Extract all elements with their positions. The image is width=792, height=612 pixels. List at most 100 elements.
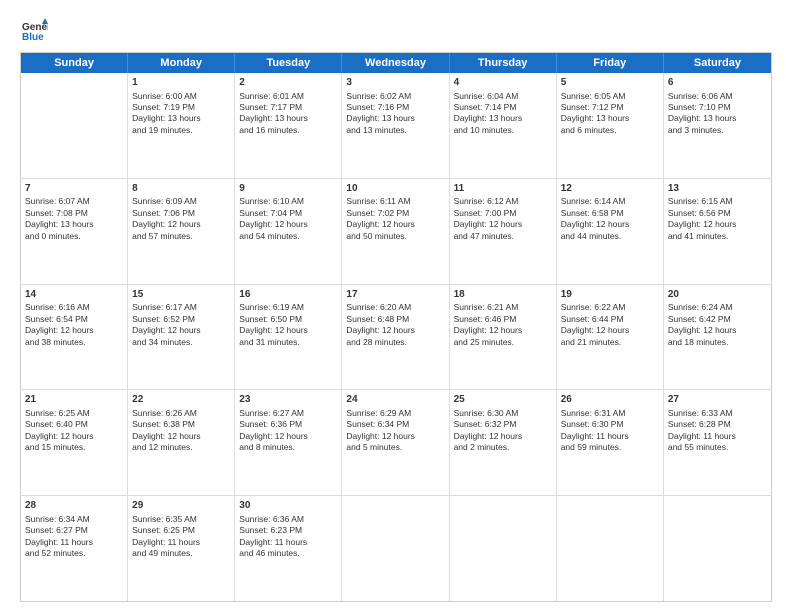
day-number: 14: [25, 288, 123, 302]
calendar-day-empty: [342, 496, 449, 601]
calendar-day-25: 25Sunrise: 6:30 AMSunset: 6:32 PMDayligh…: [450, 390, 557, 495]
day-info-line: Sunrise: 6:09 AM: [132, 196, 230, 207]
day-info-line: Daylight: 12 hours: [132, 325, 230, 336]
calendar-body: 1Sunrise: 6:00 AMSunset: 7:19 PMDaylight…: [21, 73, 771, 601]
day-info-line: Daylight: 12 hours: [25, 431, 123, 442]
day-info-line: Sunrise: 6:34 AM: [25, 514, 123, 525]
day-info-line: Daylight: 12 hours: [454, 219, 552, 230]
calendar-day-4: 4Sunrise: 6:04 AMSunset: 7:14 PMDaylight…: [450, 73, 557, 178]
day-info-line: Sunrise: 6:29 AM: [346, 408, 444, 419]
day-info-line: Sunrise: 6:14 AM: [561, 196, 659, 207]
calendar-day-30: 30Sunrise: 6:36 AMSunset: 6:23 PMDayligh…: [235, 496, 342, 601]
day-info-line: Sunrise: 6:20 AM: [346, 302, 444, 313]
day-info-line: and 46 minutes.: [239, 548, 337, 559]
day-info-line: and 2 minutes.: [454, 442, 552, 453]
calendar-day-5: 5Sunrise: 6:05 AMSunset: 7:12 PMDaylight…: [557, 73, 664, 178]
calendar-day-29: 29Sunrise: 6:35 AMSunset: 6:25 PMDayligh…: [128, 496, 235, 601]
day-info-line: and 52 minutes.: [25, 548, 123, 559]
calendar-week-3: 14Sunrise: 6:16 AMSunset: 6:54 PMDayligh…: [21, 285, 771, 391]
day-info-line: and 50 minutes.: [346, 231, 444, 242]
day-info-line: Sunset: 7:10 PM: [668, 102, 767, 113]
day-number: 2: [239, 76, 337, 90]
day-info-line: Daylight: 11 hours: [132, 537, 230, 548]
day-info-line: and 54 minutes.: [239, 231, 337, 242]
day-info-line: Sunrise: 6:27 AM: [239, 408, 337, 419]
day-info-line: Sunrise: 6:36 AM: [239, 514, 337, 525]
calendar-day-12: 12Sunrise: 6:14 AMSunset: 6:58 PMDayligh…: [557, 179, 664, 284]
day-info-line: and 59 minutes.: [561, 442, 659, 453]
calendar-day-26: 26Sunrise: 6:31 AMSunset: 6:30 PMDayligh…: [557, 390, 664, 495]
day-number: 4: [454, 76, 552, 90]
day-info-line: Sunset: 6:46 PM: [454, 314, 552, 325]
day-info-line: and 5 minutes.: [346, 442, 444, 453]
day-info-line: and 19 minutes.: [132, 125, 230, 136]
day-info-line: Daylight: 12 hours: [668, 219, 767, 230]
day-info-line: Sunrise: 6:02 AM: [346, 91, 444, 102]
day-info-line: and 44 minutes.: [561, 231, 659, 242]
calendar-day-3: 3Sunrise: 6:02 AMSunset: 7:16 PMDaylight…: [342, 73, 449, 178]
header-day-sunday: Sunday: [21, 53, 128, 73]
calendar-day-11: 11Sunrise: 6:12 AMSunset: 7:00 PMDayligh…: [450, 179, 557, 284]
day-info-line: Sunrise: 6:22 AM: [561, 302, 659, 313]
day-info-line: Sunrise: 6:16 AM: [25, 302, 123, 313]
day-number: 1: [132, 76, 230, 90]
day-info-line: Daylight: 11 hours: [668, 431, 767, 442]
day-info-line: and 16 minutes.: [239, 125, 337, 136]
calendar-day-19: 19Sunrise: 6:22 AMSunset: 6:44 PMDayligh…: [557, 285, 664, 390]
day-info-line: and 28 minutes.: [346, 337, 444, 348]
calendar-day-28: 28Sunrise: 6:34 AMSunset: 6:27 PMDayligh…: [21, 496, 128, 601]
calendar-week-2: 7Sunrise: 6:07 AMSunset: 7:08 PMDaylight…: [21, 179, 771, 285]
day-number: 11: [454, 182, 552, 196]
day-info-line: and 13 minutes.: [346, 125, 444, 136]
calendar-day-10: 10Sunrise: 6:11 AMSunset: 7:02 PMDayligh…: [342, 179, 449, 284]
day-info-line: Sunrise: 6:12 AM: [454, 196, 552, 207]
day-number: 24: [346, 393, 444, 407]
day-info-line: Sunset: 6:27 PM: [25, 525, 123, 536]
day-info-line: Sunset: 7:06 PM: [132, 208, 230, 219]
day-number: 29: [132, 499, 230, 513]
calendar: SundayMondayTuesdayWednesdayThursdayFrid…: [20, 52, 772, 602]
calendar-header: SundayMondayTuesdayWednesdayThursdayFrid…: [21, 53, 771, 73]
day-info-line: Daylight: 12 hours: [239, 219, 337, 230]
day-info-line: Daylight: 11 hours: [25, 537, 123, 548]
calendar-day-27: 27Sunrise: 6:33 AMSunset: 6:28 PMDayligh…: [664, 390, 771, 495]
day-info-line: Daylight: 12 hours: [239, 431, 337, 442]
day-number: 17: [346, 288, 444, 302]
day-info-line: and 21 minutes.: [561, 337, 659, 348]
calendar-day-18: 18Sunrise: 6:21 AMSunset: 6:46 PMDayligh…: [450, 285, 557, 390]
day-info-line: and 25 minutes.: [454, 337, 552, 348]
day-number: 27: [668, 393, 767, 407]
calendar-day-empty: [450, 496, 557, 601]
day-info-line: Sunset: 6:23 PM: [239, 525, 337, 536]
day-info-line: Daylight: 12 hours: [561, 219, 659, 230]
day-info-line: Sunrise: 6:06 AM: [668, 91, 767, 102]
day-info-line: and 47 minutes.: [454, 231, 552, 242]
day-info-line: Sunset: 7:17 PM: [239, 102, 337, 113]
calendar-day-15: 15Sunrise: 6:17 AMSunset: 6:52 PMDayligh…: [128, 285, 235, 390]
header-day-friday: Friday: [557, 53, 664, 73]
day-number: 13: [668, 182, 767, 196]
header-day-saturday: Saturday: [664, 53, 771, 73]
day-number: 5: [561, 76, 659, 90]
day-info-line: Daylight: 12 hours: [346, 325, 444, 336]
day-info-line: Sunrise: 6:01 AM: [239, 91, 337, 102]
day-info-line: Sunrise: 6:19 AM: [239, 302, 337, 313]
calendar-day-13: 13Sunrise: 6:15 AMSunset: 6:56 PMDayligh…: [664, 179, 771, 284]
day-info-line: and 15 minutes.: [25, 442, 123, 453]
day-info-line: Sunset: 6:40 PM: [25, 419, 123, 430]
header-day-monday: Monday: [128, 53, 235, 73]
day-info-line: Daylight: 13 hours: [454, 113, 552, 124]
day-info-line: Sunset: 6:56 PM: [668, 208, 767, 219]
calendar-day-empty: [557, 496, 664, 601]
day-info-line: Sunrise: 6:04 AM: [454, 91, 552, 102]
calendar-week-4: 21Sunrise: 6:25 AMSunset: 6:40 PMDayligh…: [21, 390, 771, 496]
calendar-day-14: 14Sunrise: 6:16 AMSunset: 6:54 PMDayligh…: [21, 285, 128, 390]
svg-text:Blue: Blue: [22, 32, 44, 43]
day-info-line: Sunset: 6:48 PM: [346, 314, 444, 325]
day-info-line: Sunset: 6:30 PM: [561, 419, 659, 430]
day-info-line: and 0 minutes.: [25, 231, 123, 242]
day-info-line: and 12 minutes.: [132, 442, 230, 453]
page-header: General Blue: [20, 16, 772, 44]
day-info-line: Sunrise: 6:15 AM: [668, 196, 767, 207]
day-info-line: Daylight: 13 hours: [25, 219, 123, 230]
